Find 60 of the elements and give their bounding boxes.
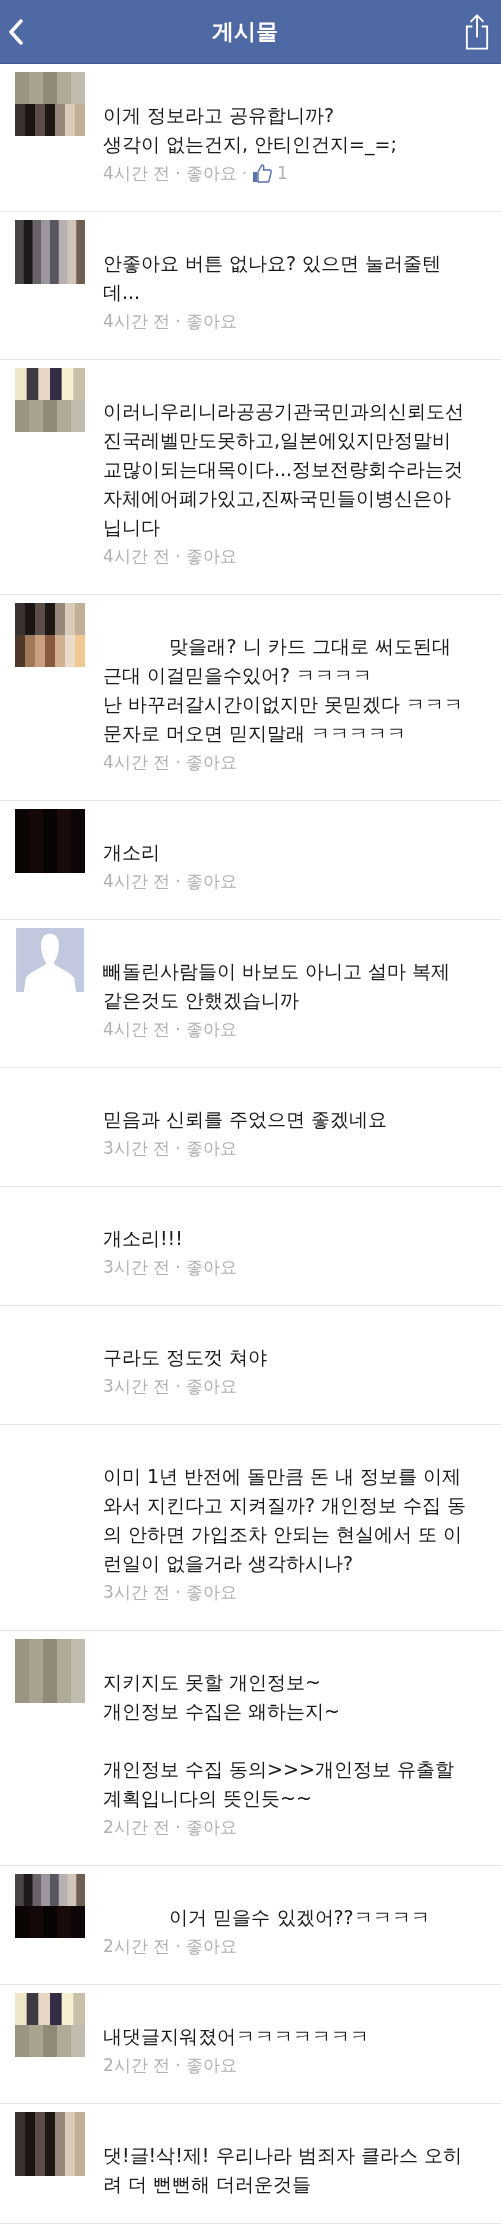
- separator-dot: ·: [175, 1019, 181, 1039]
- separator-dot: ·: [175, 1257, 181, 1277]
- comment-time: 2시간 전: [103, 2053, 171, 2077]
- like-link[interactable]: 좋아요: [185, 1017, 237, 1041]
- separator-dot: ·: [175, 1376, 181, 1396]
- like-link[interactable]: 좋아요: [185, 544, 237, 568]
- separator-dot: ·: [175, 546, 181, 566]
- separator-dot: ·: [175, 163, 181, 183]
- comment-text: 댓!글!삭!제! 우리나라 범죄자 클라스 오히려 더 뻔뻔해 더러운것들: [103, 2143, 463, 2197]
- comment-time: 2시간 전: [103, 1815, 171, 1839]
- like-link[interactable]: 좋아요: [185, 309, 237, 333]
- like-link[interactable]: 좋아요: [185, 2053, 237, 2077]
- comment-text: 이러니우리니라공공기관국민과의신뢰도선진국레벨만도못하고,일본에있지만정말비교많이되는대목이다...정보전량회수라는것자체에어폐가있고,진짜국민들이병신은아닙니다: [103, 399, 465, 540]
- separator-dot: ·: [175, 871, 181, 891]
- back-icon[interactable]: [8, 18, 24, 45]
- default-avatar-icon: [15, 928, 85, 992]
- like-count: 1: [277, 163, 288, 183]
- share-icon[interactable]: [465, 12, 489, 51]
- comment-time: 3시간 전: [103, 1136, 171, 1160]
- like-link[interactable]: 좋아요: [185, 1136, 237, 1160]
- comment-text: 구라도 정도껏 쳐야: [103, 1345, 269, 1370]
- comment-text: 믿음과 신뢰를 주었으면 좋겠네요: [103, 1107, 389, 1132]
- separator-dot: ·: [175, 1582, 181, 1602]
- comment-time: 4시간 전: [103, 1017, 171, 1041]
- comment-text: 이게 정보라고 공유합니까? 생각이 없는건지, 안티인건지=_=;: [103, 103, 398, 158]
- comment-time: 3시간 전: [103, 1374, 171, 1398]
- like-link[interactable]: 좋아요: [185, 1934, 237, 1958]
- comment-text: 안좋아요 버튼 없나요? 있으면 눌러줄텐데...: [103, 251, 443, 305]
- comment-time: 3시간 전: [103, 1255, 171, 1279]
- comment-time: 4시간 전: [103, 750, 171, 774]
- like-link[interactable]: 좋아요: [185, 1255, 237, 1279]
- comment-time: 2시간 전: [103, 1934, 171, 1958]
- like-link[interactable]: 좋아요: [185, 1374, 237, 1398]
- separator-dot: ·: [241, 163, 248, 183]
- separator-dot: ·: [175, 1138, 181, 1158]
- comment-text: 이미 1년 반전에 돌만큼 돈 내 정보를 이제와서 지킨다고 지켜질까? 개인정보 수집 동의 안하면 가입조차 안되는 현실에서 또 이런일이 없을거라 생각하시나?: [103, 1464, 468, 1576]
- like-link[interactable]: 좋아요: [185, 869, 237, 893]
- like-link[interactable]: 좋아요: [185, 1580, 237, 1604]
- comment-text: 이거 믿을수 있겠어??ㅋㅋㅋㅋ: [168, 1905, 431, 1930]
- comment-time: 4시간 전: [103, 309, 171, 333]
- comment-time: 4시간 전: [103, 544, 171, 568]
- separator-dot: ·: [175, 752, 181, 772]
- comment-text: 지키지도 못할 개인정보~ 개인정보 수집은 왜하는지~ 개인정보 수집 동의>>>개인정보 유출할계획입니다의 뜻인듯~~: [103, 1670, 455, 1811]
- comment-time: 3시간 전: [103, 1580, 171, 1604]
- separator-dot: ·: [175, 2055, 181, 2075]
- like-link[interactable]: 좋아요: [185, 750, 237, 774]
- comment-text: 내댓글지워졌어ㅋㅋㅋㅋㅋㅋㅋ: [103, 2024, 370, 2049]
- separator-dot: ·: [175, 1817, 181, 1837]
- comment-time: 4시간 전: [103, 161, 171, 185]
- thumbs-up-icon: [252, 163, 273, 183]
- comment-text: 개소리!!!: [103, 1226, 184, 1251]
- like-link[interactable]: 좋아요: [185, 1815, 237, 1839]
- comment-time: 4시간 전: [103, 869, 171, 893]
- separator-dot: ·: [175, 311, 181, 331]
- like-link[interactable]: 좋아요: [185, 161, 237, 185]
- page-title: 게시물: [211, 17, 278, 46]
- comment-text: 맞을래? 니 카드 그대로 써도된대근대 이걸믿을수있어? ㅋㅋㅋㅋ 난 바꾸러갈시간이없지만 못믿겠다 ㅋㅋㅋ 문자로 머오면 믿지말래 ㅋㅋㅋㅋㅋ: [103, 634, 465, 746]
- comment-text: 빼돌린사람들이 바보도 아니고 설마 복제같은것도 안했겠습니까: [103, 959, 452, 1013]
- comment-text: 개소리: [103, 840, 161, 865]
- separator-dot: ·: [175, 1936, 181, 1956]
